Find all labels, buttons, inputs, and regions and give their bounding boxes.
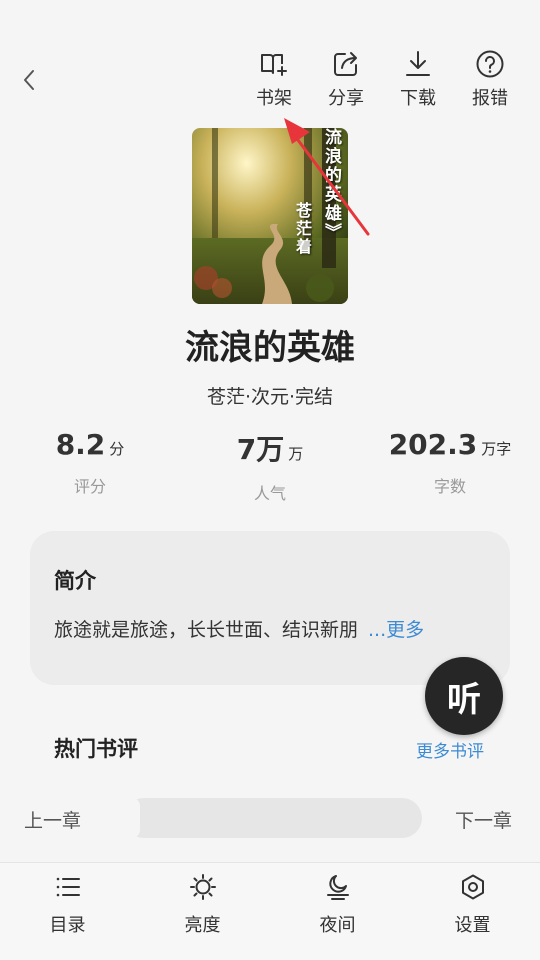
- night-mode-label: 夜间: [319, 915, 356, 936]
- book-title: 流浪的英雄: [185, 328, 355, 368]
- back-button[interactable]: [10, 60, 50, 100]
- bookshelf-add-icon: [261, 54, 287, 76]
- book-stats: 8.2 分 评分 7万 万 人气 202.3 万字 字数: [0, 428, 540, 504]
- report-error-button[interactable]: 报错: [454, 48, 526, 110]
- stat-unit: 万: [288, 445, 304, 463]
- book-detail-page: 书架 分享 下载 报错 苍茫着 流浪的英雄 苍茫·次元·完结 8.2 分 评分 …: [0, 0, 540, 960]
- intro-text: 旅途就是旅途，长长世面、结识新朋: [54, 619, 359, 641]
- settings-icon: [461, 874, 484, 900]
- chapter-progress-thumb[interactable]: [124, 798, 140, 838]
- top-action-bar: 书架 分享 下载 报错: [238, 48, 526, 110]
- night-mode-button[interactable]: 夜间: [270, 863, 405, 960]
- stat-value: 202.3: [388, 428, 478, 461]
- catalog-icon: [56, 877, 80, 897]
- book-meta: 苍茫·次元·完结: [206, 386, 334, 408]
- report-error-label: 报错: [472, 88, 508, 109]
- share-icon: [334, 52, 357, 76]
- reviews-heading: 热门书评: [54, 737, 138, 761]
- listen-label: 听: [447, 679, 481, 720]
- stat-word-count: 202.3 万字 字数: [360, 428, 540, 504]
- intro-card: 简介 旅途就是旅途，长长世面、结识新朋 ...更多: [30, 531, 510, 685]
- brightness-icon: [189, 874, 216, 900]
- chapter-navigation: 上一章 下一章: [0, 798, 540, 838]
- listen-button[interactable]: 听: [425, 657, 503, 735]
- stat-unit: 分: [109, 440, 125, 458]
- chapter-progress-slider[interactable]: [124, 798, 422, 838]
- intro-more-link[interactable]: ...更多: [368, 615, 424, 642]
- stat-value: 7万: [236, 433, 285, 466]
- stat-popularity: 7万 万 人气: [180, 428, 360, 504]
- share-button[interactable]: 分享: [310, 48, 382, 110]
- stat-label: 字数: [433, 477, 466, 496]
- catalog-label: 目录: [49, 915, 86, 936]
- brightness-button[interactable]: 亮度: [135, 863, 270, 960]
- stat-value: 8.2: [55, 428, 106, 461]
- stat-rating: 8.2 分 评分: [0, 428, 180, 504]
- prev-chapter-button[interactable]: 上一章: [24, 806, 81, 833]
- stat-unit: 万字: [481, 440, 512, 458]
- settings-label: 设置: [454, 915, 491, 936]
- download-button[interactable]: 下载: [382, 48, 454, 110]
- download-label: 下载: [400, 88, 436, 109]
- brightness-label: 亮度: [184, 915, 221, 936]
- share-label: 分享: [328, 88, 364, 109]
- stat-label: 人气: [253, 484, 286, 503]
- download-icon: [406, 51, 430, 76]
- settings-button[interactable]: 设置: [405, 863, 540, 960]
- intro-heading: 简介: [54, 569, 96, 593]
- more-reviews-link[interactable]: 更多书评: [416, 737, 484, 762]
- stat-label: 评分: [73, 477, 106, 496]
- bottom-toolbar: 目录 亮度 夜间 设置: [0, 862, 540, 960]
- night-mode-icon: [326, 875, 349, 900]
- annotation-arrow: [284, 118, 370, 236]
- bookshelf-label: 书架: [256, 88, 292, 109]
- next-chapter-button[interactable]: 下一章: [455, 806, 512, 833]
- help-icon: [476, 50, 504, 78]
- bookshelf-button[interactable]: 书架: [238, 48, 310, 110]
- chevron-left-icon: [24, 70, 34, 90]
- catalog-button[interactable]: 目录: [0, 863, 135, 960]
